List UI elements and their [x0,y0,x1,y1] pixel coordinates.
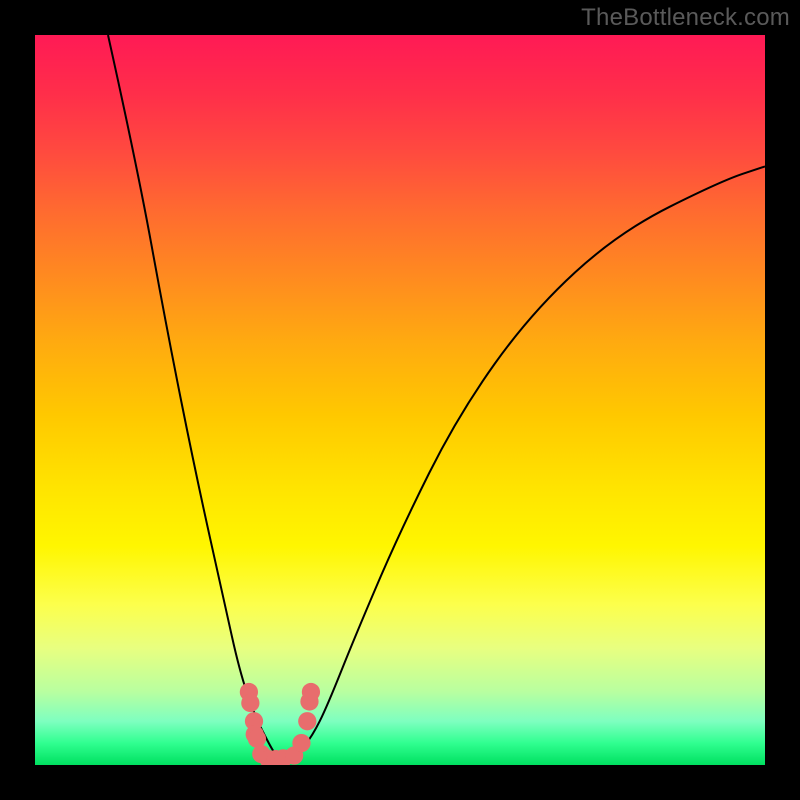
valley-marker-dot [292,734,310,752]
bottleneck-curve-left [108,35,283,759]
watermark-text: TheBottleneck.com [581,4,790,32]
valley-marker-dot [248,730,266,748]
chart-frame: TheBottleneck.com [0,0,800,800]
plot-area [35,35,765,765]
bottleneck-curve-right [283,166,765,759]
valley-marker-dot [302,683,320,701]
valley-marker-dot [298,712,316,730]
valley-marker-dot [241,694,259,712]
curve-layer [35,35,765,765]
valley-markers [240,683,320,765]
